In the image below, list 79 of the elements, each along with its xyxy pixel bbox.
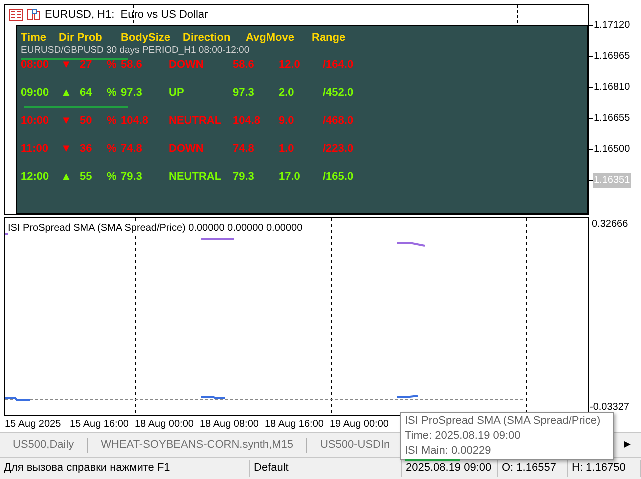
price-label: 1.16500: [593, 142, 632, 156]
stat-value: 104.8: [233, 115, 262, 128]
stat-value: DOWN: [169, 59, 205, 72]
tooltip-line: ISI Main: 0.00229: [405, 444, 492, 459]
stat-value: 09:00: [21, 87, 50, 100]
stat-value: 79.3: [121, 171, 144, 184]
stat-value: /223.0: [323, 143, 355, 156]
stat-value: 55: [80, 171, 94, 184]
stat-value: NEUTRAL: [169, 115, 223, 128]
time-label: 18 Aug 16:00: [264, 418, 325, 432]
column-header: Time: [21, 32, 48, 45]
chart-icon: [27, 9, 41, 21]
indicator-title: ISI ProSpread SMA (SMA Spread/Price) 0.00000 0.00000 0.00000: [8, 221, 303, 236]
stat-value: 74.8: [233, 143, 256, 156]
column-header: Dir Prob: [59, 32, 104, 45]
direction-arrow: ▲: [61, 171, 73, 184]
chart-tab[interactable]: WHEAT-SOYBEANS-CORN.synth,M15: [88, 436, 306, 454]
stat-value: %: [107, 143, 118, 156]
stat-value: 9.0: [279, 115, 296, 128]
list-icon: [9, 9, 23, 21]
column-header: BodySize: [121, 32, 172, 45]
stat-value: %: [107, 87, 118, 100]
stat-value: DOWN: [169, 143, 205, 156]
stat-value: 58.6: [233, 59, 256, 72]
stat-value: 97.3: [121, 87, 144, 100]
stat-value: /165.0: [323, 171, 355, 184]
status-text: Для вызова справки нажмите F1: [0, 460, 250, 477]
stat-value: /452.0: [323, 87, 355, 100]
stat-value: 50: [80, 115, 94, 128]
direction-arrow: ▼: [61, 115, 73, 128]
direction-arrow: ▼: [61, 59, 73, 72]
time-label: 15 Aug 2025: [4, 418, 62, 432]
chart-tab[interactable]: US500-USDIn: [307, 436, 404, 454]
tooltip-line: ISI ProSpread SMA (SMA Spread/Price): [405, 414, 602, 429]
time-label: 19 Aug 00:00: [329, 418, 390, 432]
scale-label: -0.03327: [589, 401, 630, 416]
column-header: Range: [312, 32, 347, 45]
stat-value: 97.3: [233, 87, 256, 100]
stat-value: 58.6: [121, 59, 144, 72]
stat-value: 10:00: [21, 115, 50, 128]
stat-value: %: [107, 59, 118, 72]
window-title: EURUSD, H1: Euro vs US Dollar: [45, 8, 208, 23]
stat-value: UP: [169, 87, 186, 100]
price-label: 1.16655: [593, 112, 632, 126]
stat-value: 64: [80, 87, 94, 100]
stat-value: 08:00: [21, 59, 50, 72]
column-header: Direction: [183, 32, 232, 45]
column-header: AvgMove: [246, 32, 296, 45]
stat-value: %: [107, 171, 118, 184]
stat-value: 12.0: [279, 59, 302, 72]
stat-value: 1.0: [279, 143, 296, 156]
time-label: 15 Aug 16:00: [69, 418, 130, 432]
stat-value: 11:00: [21, 143, 50, 156]
stat-value: 27: [80, 59, 94, 72]
stat-value: 79.3: [233, 171, 256, 184]
price-label: 1.17120: [593, 18, 632, 32]
price-label: 1.16351: [593, 172, 632, 188]
stat-value: 104.8: [121, 115, 150, 128]
stat-value: /468.0: [323, 115, 355, 128]
scroll-tabs-button[interactable]: ▶: [624, 438, 641, 452]
time-label: 18 Aug 00:00: [134, 418, 195, 432]
stat-value: 17.0: [279, 171, 302, 184]
stat-value: 12:00: [21, 171, 50, 184]
price-label: 1.16965: [593, 50, 632, 64]
panel-subtitle: EURUSD/GBPUSD 30 days PERIOD_H1 08:00-12:00: [21, 45, 251, 56]
time-label: 18 Aug 08:00: [199, 418, 260, 432]
price-label: 1.16810: [593, 80, 632, 94]
scale-label: 0.32666: [591, 218, 630, 232]
stat-value: 36: [80, 143, 94, 156]
stat-value: 2.0: [279, 87, 296, 100]
tooltip-line: Time: 2025.08.19 09:00: [405, 429, 522, 444]
direction-arrow: ▼: [61, 143, 73, 156]
stat-value: /164.0: [323, 59, 355, 72]
stat-value: NEUTRAL: [169, 171, 223, 184]
stat-value: %: [107, 115, 118, 128]
underline-mark: [405, 459, 460, 461]
stat-value: 74.8: [121, 143, 144, 156]
direction-arrow: ▲: [61, 87, 73, 100]
chart-tab[interactable]: US500,Daily: [0, 436, 88, 454]
